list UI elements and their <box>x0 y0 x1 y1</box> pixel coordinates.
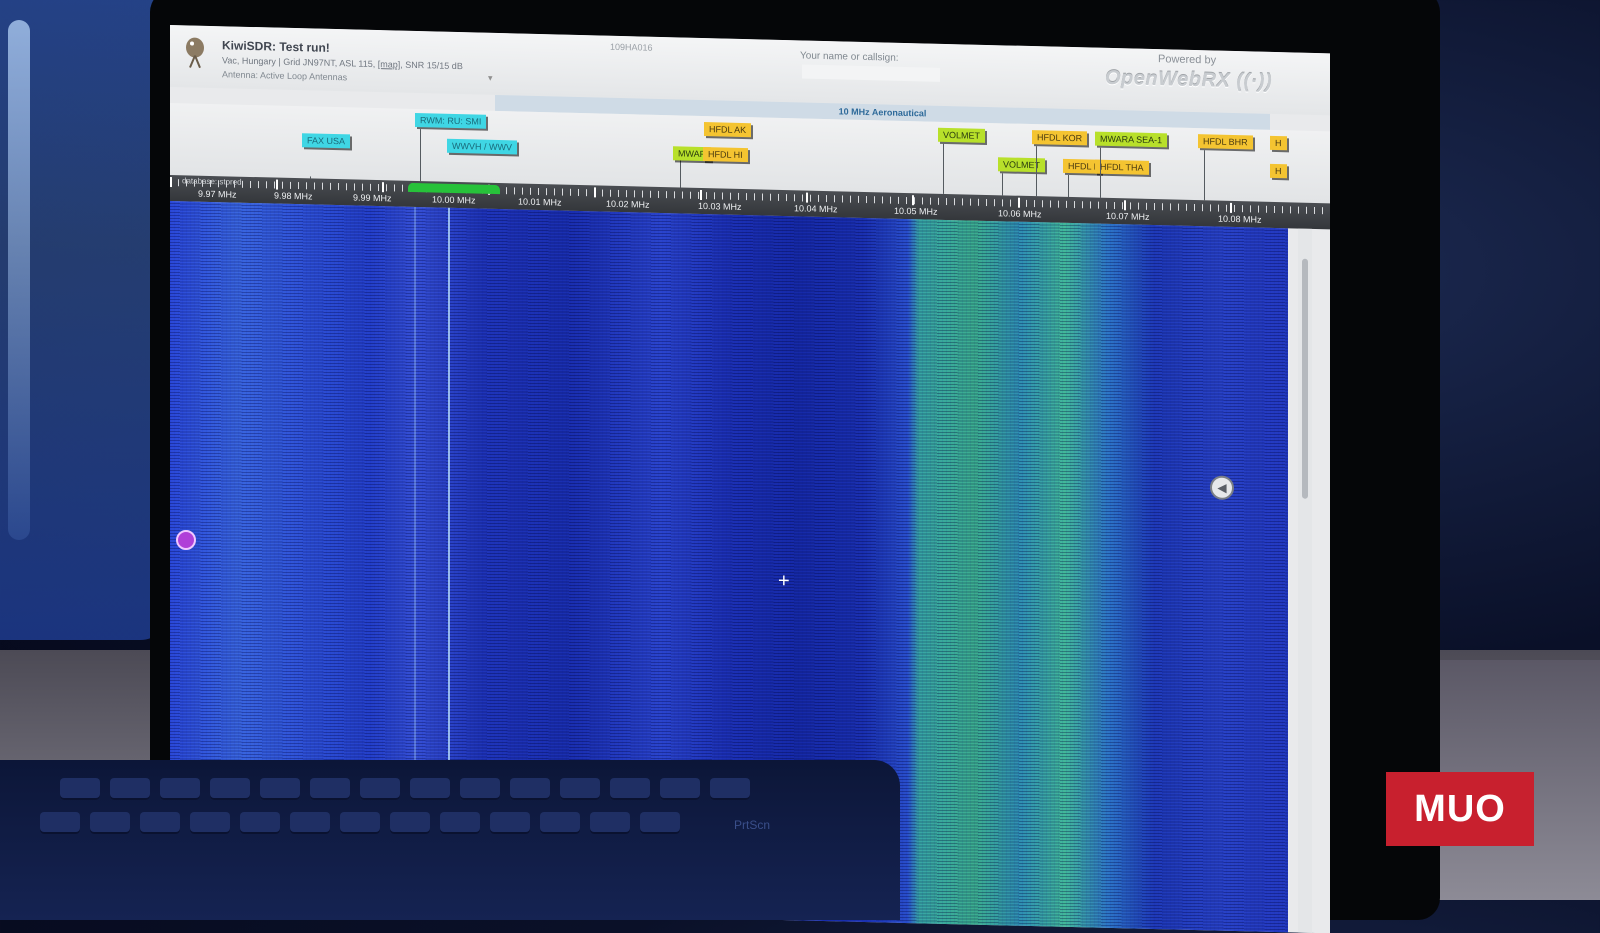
keyboard-key <box>140 812 180 834</box>
bookmark-pin <box>680 159 681 188</box>
antenna-text: Antenna: Active Loop Antennas <box>222 69 348 83</box>
bookmark-fax-usa[interactable]: FAX USA <box>302 133 351 149</box>
keyboard-key <box>490 812 530 834</box>
freq-tick-label: 9.97 MHz <box>198 188 237 200</box>
bookmark-hfdl-tha[interactable]: HFDL THA <box>1095 159 1149 175</box>
bookmark-wwvh[interactable]: WWVH / WWV <box>447 138 517 155</box>
bookmark-hfdl-ak[interactable]: HFDL AK <box>704 122 752 138</box>
bookmark-h-2[interactable]: H <box>1270 163 1287 179</box>
callsign-label: Your name or callsign: <box>800 50 899 64</box>
freq-tick-label: 10.00 MHz <box>432 194 476 206</box>
freq-tick-label: 10.04 MHz <box>794 203 838 215</box>
database-label: database: stored <box>182 176 242 187</box>
keyboard-key <box>390 812 430 834</box>
freq-tick-label: 10.08 MHz <box>1218 213 1262 225</box>
keyboard-key <box>110 778 150 800</box>
keyboard-key <box>540 812 580 834</box>
keyboard-key <box>90 812 130 834</box>
bookmark-pin <box>1068 174 1069 197</box>
freq-tick-label: 9.99 MHz <box>353 192 392 204</box>
keyboard-key <box>60 778 100 800</box>
keyboard-key <box>210 778 250 800</box>
crosshair-cursor-icon: + <box>778 569 790 593</box>
glass-highlight <box>8 20 30 540</box>
keyboard-key <box>510 778 550 800</box>
keyboard-key <box>710 778 750 800</box>
keyboard-key <box>410 778 450 800</box>
chevron-left-icon: ◀ <box>1217 480 1227 495</box>
freq-tick-label: 10.03 MHz <box>698 200 742 212</box>
keyboard-key <box>640 812 680 834</box>
snr-text: , SNR 15/15 dB <box>400 59 463 72</box>
keyboard-key <box>240 812 280 834</box>
kiwi-bird-icon <box>186 37 204 69</box>
openwebrx-logo: OpenWebRX ((·)) <box>1105 67 1272 94</box>
bookmark-pin <box>420 129 421 182</box>
glass-vase <box>0 0 170 640</box>
keyboard-key <box>40 812 80 834</box>
keyboard-key <box>190 812 230 834</box>
bookmark-hfdl-kor[interactable]: HFDL KOR <box>1032 130 1088 146</box>
bookmark-mwara-sea[interactable]: MWARA SEA-1 <box>1095 131 1168 148</box>
bookmark-pin <box>943 143 944 194</box>
keyboard-key <box>160 778 200 800</box>
brand-text: OpenWebRX <box>1105 66 1231 92</box>
keyboard-key <box>460 778 500 800</box>
keyboard-key <box>290 812 330 834</box>
keyboard-key <box>660 778 700 800</box>
side-panel-button[interactable] <box>176 530 196 550</box>
keyboard-key <box>310 778 350 800</box>
freq-tick-label: 10.07 MHz <box>1106 210 1150 222</box>
bookmark-volmet-2[interactable]: VOLMET <box>998 157 1046 173</box>
chevron-down-icon[interactable]: ▾ <box>488 73 493 84</box>
freq-tick-label: 10.02 MHz <box>606 198 650 210</box>
bookmark-hfdl-bhr[interactable]: HFDL BHR <box>1198 134 1253 150</box>
bookmark-pin <box>1204 150 1205 201</box>
bookmark-hfdl-hi[interactable]: HFDL HI <box>703 147 748 163</box>
keyboard-key <box>340 812 380 834</box>
keyboard-key <box>590 812 630 834</box>
site-title: KiwiSDR: Test run! <box>222 38 330 55</box>
bookmark-pin <box>1100 147 1101 198</box>
bookmark-h-1[interactable]: H <box>1270 135 1287 151</box>
keyboard-key <box>440 812 480 834</box>
site-location: Vac, Hungary | Grid JN97NT, ASL 115, [ma… <box>222 55 463 71</box>
freq-tick-label: 10.01 MHz <box>518 196 562 208</box>
map-link[interactable]: [map] <box>378 59 401 70</box>
freq-tick-label: 10.06 MHz <box>998 208 1042 220</box>
keyboard-key <box>360 778 400 800</box>
powered-by-text: Powered by <box>1158 53 1217 67</box>
waterfall-scrollbar[interactable] <box>1298 228 1312 933</box>
prtsc-key-label: PrtScn <box>734 818 771 832</box>
site-location-text: Vac, Hungary | Grid JN97NT, ASL 115, <box>222 55 376 70</box>
freq-tick-label: 9.98 MHz <box>274 190 313 202</box>
radio-waves-icon: ((·)) <box>1236 70 1273 93</box>
bookmark-volmet-1[interactable]: VOLMET <box>938 127 986 143</box>
keyboard-key <box>260 778 300 800</box>
tablet-keyboard: PrtScn <box>0 760 900 920</box>
keyboard-key <box>560 778 600 800</box>
muo-watermark: MUO <box>1386 772 1534 846</box>
panel-toggle-button[interactable]: ◀ <box>1210 475 1234 501</box>
bookmark-rwm[interactable]: RWM: RU: SMI <box>415 112 487 129</box>
receiver-id: 109HA016 <box>610 41 653 53</box>
bookmark-pin <box>1002 173 1003 196</box>
bookmark-pin <box>1036 146 1037 197</box>
keyboard-key <box>610 778 650 800</box>
callsign-input[interactable] <box>802 64 940 82</box>
scrollbar-thumb[interactable] <box>1302 258 1308 499</box>
freq-tick-label: 10.05 MHz <box>894 205 938 217</box>
